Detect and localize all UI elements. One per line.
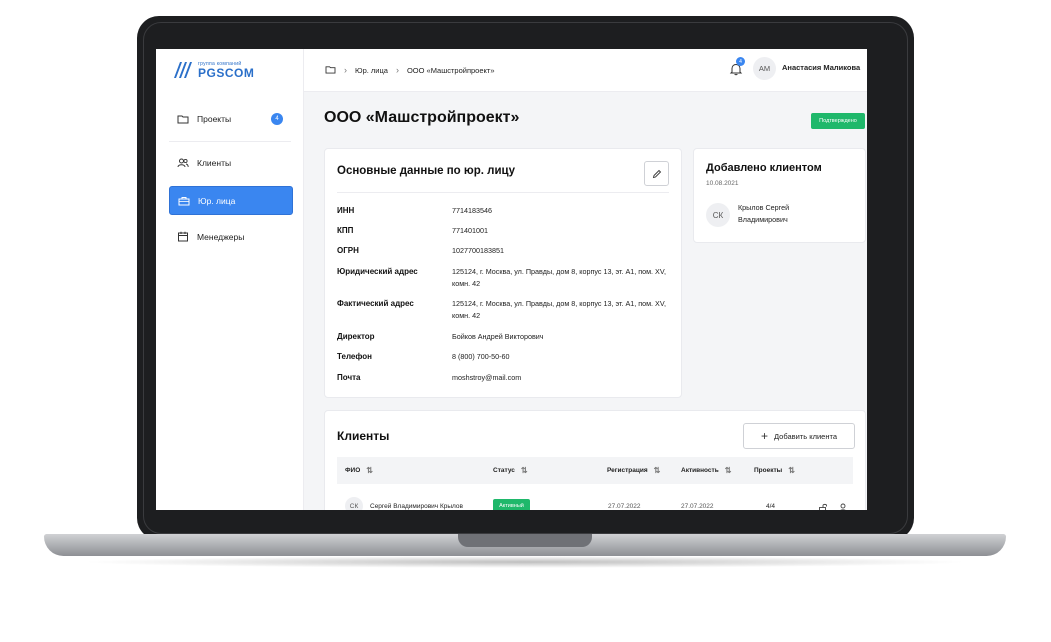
clients-card: Клиенты + Добавить клиента ФИО ⇅ Статус ⇅ … xyxy=(324,410,866,510)
column-header-registration[interactable]: Регистрация ⇅ xyxy=(607,457,660,484)
chevron-right-icon: › xyxy=(395,65,399,75)
folder-icon[interactable] xyxy=(325,65,336,76)
field-value: 7714183546 xyxy=(452,206,492,215)
user-name[interactable]: Анастасия Маликова xyxy=(782,63,860,72)
folder-icon xyxy=(177,113,189,125)
divider xyxy=(337,192,669,193)
sidebar-item-projects[interactable]: Проекты 4 xyxy=(169,105,291,132)
column-header-projects[interactable]: Проекты ⇅ xyxy=(754,457,795,484)
notification-count-badge: 4 xyxy=(736,57,745,66)
field-label: КПП xyxy=(337,226,354,235)
breadcrumb: › Юр. лица › ООО «Машстройпроект» xyxy=(325,49,495,91)
status-badge: Подтверждено xyxy=(811,113,865,129)
client-name[interactable]: Крылов Сергей Владимирович xyxy=(738,202,818,226)
logo[interactable]: группа компаний PGSCOM xyxy=(172,59,254,81)
field-value: Бойков Андрей Викторович xyxy=(452,332,544,341)
add-client-label: Добавить клиента xyxy=(774,431,837,441)
topbar: › Юр. лица › ООО «Машстройпроект» 4 АМ А… xyxy=(304,49,867,92)
laptop-notch xyxy=(458,534,592,547)
field-label: ОГРН xyxy=(337,246,359,255)
sort-icon[interactable]: ⇅ xyxy=(366,466,373,475)
chevron-right-icon: › xyxy=(344,65,347,75)
field-value: 125124, г. Москва, ул. Правды, дом 8, ко… xyxy=(452,299,666,320)
sidebar-item-label: Проекты xyxy=(197,113,232,124)
field-value: 8 (800) 700-50-60 xyxy=(452,352,510,361)
projects-count-badge: 4 xyxy=(271,112,283,125)
added-by-card: Добавлено клиентом 10.08.2021 СК Крылов … xyxy=(693,148,866,243)
calendar-icon xyxy=(177,231,189,243)
breadcrumb-current: ООО «Машстройпроект» xyxy=(406,65,495,75)
column-header-name[interactable]: ФИО ⇅ xyxy=(345,457,373,484)
briefcase-icon xyxy=(178,195,190,207)
field-label: Почта xyxy=(337,373,361,382)
user-icon[interactable] xyxy=(838,500,848,510)
sidebar-item-managers[interactable]: Менеджеры xyxy=(169,223,291,250)
sort-icon[interactable]: ⇅ xyxy=(521,466,528,475)
field-label: Фактический адрес xyxy=(337,299,414,308)
users-icon xyxy=(177,157,189,169)
field-value: 771401001 xyxy=(452,226,488,235)
plus-icon: + xyxy=(760,429,768,443)
sort-icon[interactable]: ⇅ xyxy=(725,466,732,475)
avatar: СК xyxy=(345,497,363,510)
logo-name: PGSCOM xyxy=(198,65,255,80)
laptop-shadow xyxy=(80,556,970,568)
page-title: ООО «Машстройпроект» xyxy=(324,109,520,126)
status-badge: Активный xyxy=(493,499,530,510)
pencil-icon xyxy=(652,169,661,178)
field-label: ИНН xyxy=(337,206,355,215)
logo-icon xyxy=(172,60,196,80)
sidebar: группа компаний PGSCOM Проекты 4 Клиенты… xyxy=(156,49,304,510)
legal-entity-details-card: Основные данные по юр. лицу ИНН 77141835… xyxy=(324,148,682,398)
app-screen: группа компаний PGSCOM Проекты 4 Клиенты… xyxy=(156,49,867,510)
sort-icon[interactable]: ⇅ xyxy=(654,466,661,475)
card-title: Добавлено клиентом xyxy=(706,162,822,174)
field-value: 1027700183851 xyxy=(452,246,504,255)
sidebar-item-label: Клиенты xyxy=(197,157,232,168)
avatar[interactable]: АМ xyxy=(753,57,776,80)
sidebar-item-clients[interactable]: Клиенты xyxy=(169,149,291,176)
column-header-status[interactable]: Статус ⇅ xyxy=(493,457,528,484)
table-cell-activity: 27.07.2022 xyxy=(681,503,714,510)
table-cell-name[interactable]: Сергей Владимирович Крылов xyxy=(370,503,463,510)
field-label: Директор xyxy=(337,332,375,341)
column-header-activity[interactable]: Активность ⇅ xyxy=(681,457,731,484)
added-date: 10.08.2021 xyxy=(706,180,739,187)
table-header: ФИО ⇅ Статус ⇅ Регистрация ⇅ Активность ⇅ Пр… xyxy=(337,457,853,484)
field-value: 125124, г. Москва, ул. Правды, дом 8, ко… xyxy=(452,267,666,288)
avatar: СК xyxy=(706,203,730,227)
field-label: Юридический адрес xyxy=(337,267,418,276)
card-title: Клиенты xyxy=(337,429,390,443)
card-title: Основные данные по юр. лицу xyxy=(337,165,515,177)
sort-icon[interactable]: ⇅ xyxy=(788,466,795,475)
sidebar-item-label: Юр. лица xyxy=(198,195,236,206)
add-client-button[interactable]: + Добавить клиента xyxy=(743,423,855,449)
sidebar-item-legal-entities[interactable]: Юр. лица xyxy=(169,186,293,215)
field-value[interactable]: moshstroy@mail.com xyxy=(452,372,667,384)
breadcrumb-item[interactable]: Юр. лица xyxy=(355,66,388,75)
unlock-icon[interactable] xyxy=(818,500,828,510)
edit-button[interactable] xyxy=(644,161,669,186)
divider xyxy=(169,141,291,142)
table-cell-projects: 4/4 xyxy=(766,503,776,510)
sidebar-item-label: Менеджеры xyxy=(197,231,245,242)
field-label: Телефон xyxy=(337,352,372,361)
table-cell-registration: 27.07.2022 xyxy=(608,503,641,510)
